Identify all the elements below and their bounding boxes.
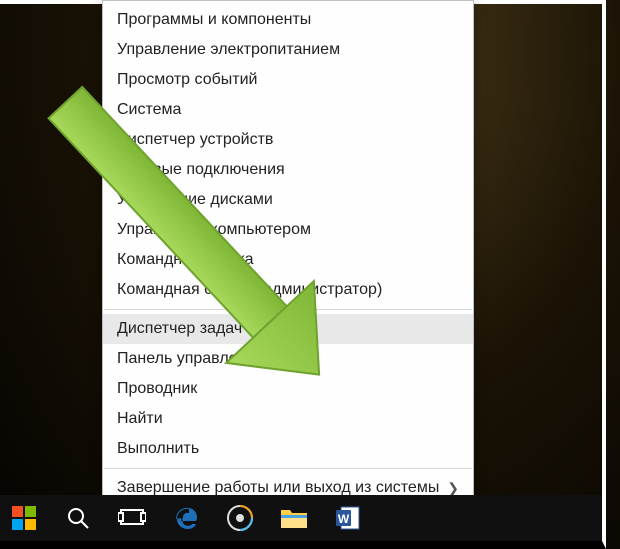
menu-item-command-prompt-admin[interactable]: Командная строка (администратор) [103,275,473,305]
menu-item-task-manager[interactable]: Диспетчер задач [103,314,473,344]
menu-item-label: Найти [117,410,163,428]
svg-text:W: W [338,512,350,526]
menu-item-programs-and-features[interactable]: Программы и компоненты [103,5,473,35]
menu-item-label: Проводник [117,380,197,398]
menu-item-label: Управление электропитанием [117,41,340,59]
menu-item-network-connections[interactable]: Сетевые подключения [103,155,473,185]
menu-item-label: Управление дисками [117,191,273,209]
chevron-right-icon: ❯ [447,480,459,497]
menu-item-label: Диспетчер устройств [117,131,273,149]
desktop-background: Программы и компоненты Управление электр… [0,0,620,549]
menu-item-label: Управление компьютером [117,221,311,239]
media-player-icon[interactable] [222,500,258,536]
menu-separator [104,468,472,469]
menu-item-label: Сетевые подключения [117,161,285,179]
task-view-icon[interactable] [114,500,150,536]
menu-item-command-prompt[interactable]: Командная строка [103,245,473,275]
file-explorer-icon[interactable] [276,500,312,536]
menu-item-label: Панель управления [117,350,264,368]
taskbar: W [0,495,602,541]
menu-item-device-manager[interactable]: Диспетчер устройств [103,125,473,155]
menu-item-label: Система [117,101,181,119]
menu-item-label: Диспетчер задач [117,320,242,338]
menu-item-control-panel[interactable]: Панель управления [103,344,473,374]
menu-item-power-options[interactable]: Управление электропитанием [103,35,473,65]
menu-item-disk-management[interactable]: Управление дисками [103,185,473,215]
menu-item-label: Выполнить [117,440,199,458]
menu-item-label: Просмотр событий [117,71,257,89]
menu-item-event-viewer[interactable]: Просмотр событий [103,65,473,95]
word-icon[interactable]: W [330,500,366,536]
search-icon[interactable] [60,500,96,536]
winx-context-menu: Программы и компоненты Управление электр… [102,0,474,540]
menu-separator [104,309,472,310]
start-icon[interactable] [6,500,42,536]
menu-item-label: Командная строка (администратор) [117,281,382,299]
menu-item-run[interactable]: Выполнить [103,434,473,464]
menu-item-computer-management[interactable]: Управление компьютером [103,215,473,245]
menu-item-file-explorer[interactable]: Проводник [103,374,473,404]
menu-item-system[interactable]: Система [103,95,473,125]
edge-icon[interactable] [168,500,204,536]
menu-item-search[interactable]: Найти [103,404,473,434]
menu-item-label: Программы и компоненты [117,11,311,29]
menu-item-label: Командная строка [117,251,254,269]
